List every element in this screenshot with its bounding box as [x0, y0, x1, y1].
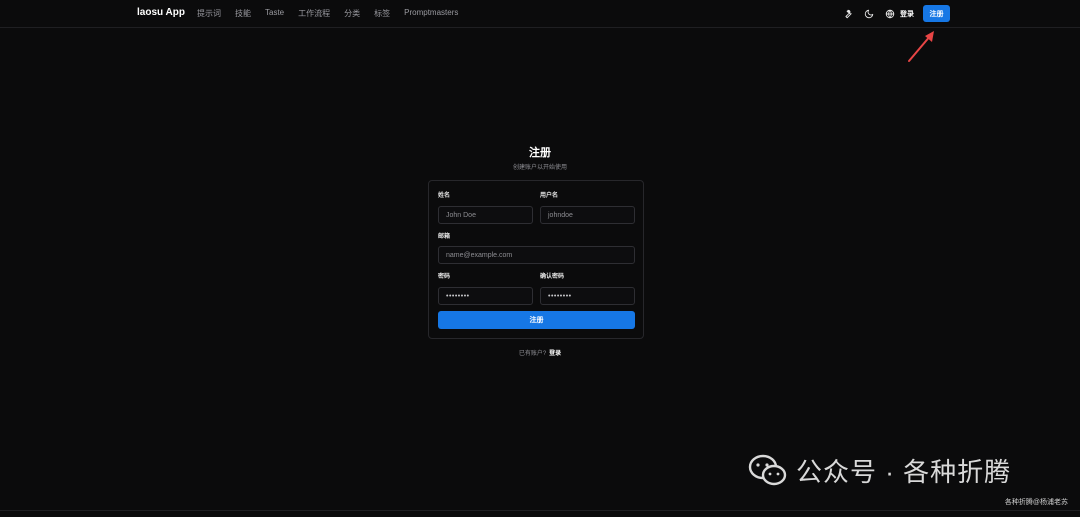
have-account-row: 已有账户? 登录 — [0, 348, 1080, 357]
confirm-password-label: 确认密码 — [540, 274, 565, 280]
nav-item-promptmasters[interactable]: Promptmasters — [404, 8, 458, 19]
nav-item-workflows[interactable]: 工作流程 — [298, 8, 330, 19]
page-subtitle: 创建账户以开始使用 — [512, 165, 567, 171]
password-input[interactable]: •••••••• — [438, 287, 533, 305]
login-link-bottom[interactable]: 登录 — [549, 351, 561, 357]
globe-icon[interactable] — [882, 6, 898, 22]
watermark-text: 公众号 · 各种折腾 — [796, 457, 1012, 487]
main-nav: 提示词 技能 Taste 工作流程 分类 标签 Promptmasters — [197, 8, 472, 19]
moon-icon[interactable] — [861, 6, 877, 22]
username-input[interactable]: johndoe — [540, 206, 635, 224]
nav-item-tags[interactable]: 标签 — [374, 8, 390, 19]
have-account-text: 已有账户? — [518, 351, 547, 357]
email-label: 邮箱 — [438, 234, 451, 240]
annotation-arrow-icon — [908, 31, 934, 62]
bottom-divider — [0, 510, 1080, 511]
wechat-icon — [748, 454, 787, 485]
brand-logo[interactable]: laosu App — [137, 7, 185, 18]
name-label: 姓名 — [438, 193, 451, 199]
submit-signup-button[interactable]: 注册 — [438, 311, 635, 329]
nav-item-prompts[interactable]: 提示词 — [197, 8, 221, 19]
login-link[interactable]: 登录 — [900, 9, 914, 19]
signup-page: laosu App 提示词 技能 Taste 工作流程 分类 标签 Prompt… — [0, 0, 1080, 517]
confirm-password-input[interactable]: •••••••• — [540, 287, 635, 305]
page-title: 注册 — [529, 147, 551, 159]
nav-item-skills[interactable]: 技能 — [235, 8, 251, 19]
header-tools — [835, 6, 898, 22]
signup-button[interactable]: 注册 — [923, 5, 950, 22]
email-input[interactable]: name@example.com — [438, 246, 635, 264]
username-label: 用户名 — [540, 193, 559, 199]
nav-item-categories[interactable]: 分类 — [344, 8, 360, 19]
nav-item-taste[interactable]: Taste — [265, 8, 284, 19]
wrench-icon[interactable] — [840, 6, 856, 22]
signup-form-card: 姓名 John Doe 用户名 johndoe 邮箱 name@example.… — [428, 180, 644, 339]
name-input[interactable]: John Doe — [438, 206, 533, 224]
password-label: 密码 — [438, 274, 451, 280]
watermark: 公众号 · 各种折腾 — [748, 452, 1011, 489]
watermark-subtext: 各种折腾@杨浦老苏 — [1004, 499, 1068, 506]
top-navbar: laosu App 提示词 技能 Taste 工作流程 分类 标签 Prompt… — [0, 0, 1080, 28]
